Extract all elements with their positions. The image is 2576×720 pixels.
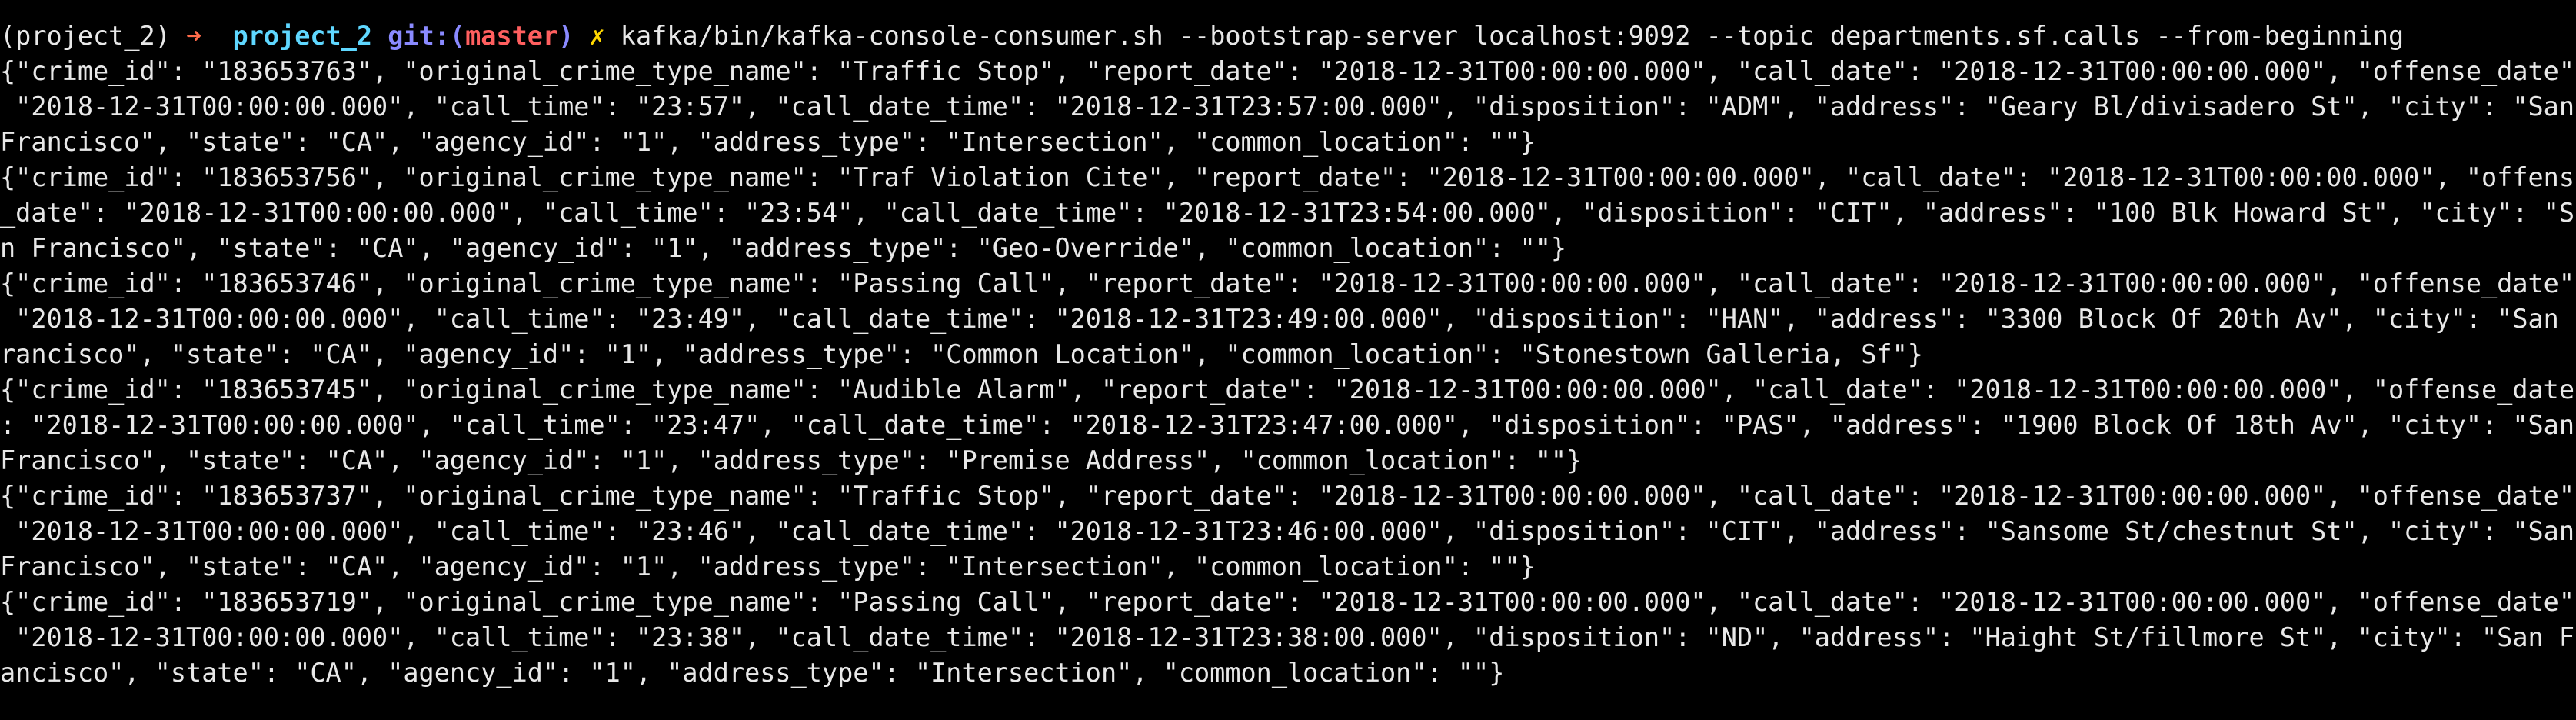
output-line: {"crime_id": "183653719", "original_crim… xyxy=(0,587,2576,617)
output-line: "2018-12-31T00:00:00.000", "call_time": … xyxy=(0,516,2575,546)
consumer-output: {"crime_id": "183653763", "original_crim… xyxy=(0,54,2576,691)
output-line: "2018-12-31T00:00:00.000", "call_time": … xyxy=(0,304,2576,334)
output-line: {"crime_id": "183653756", "original_crim… xyxy=(0,162,2576,192)
command-prompt-line: (project_2) ➜ project_2 git:(master) ✗ k… xyxy=(0,18,2576,54)
command-text: kafka/bin/kafka-console-consumer.sh --bo… xyxy=(620,21,2405,51)
git-branch: master xyxy=(465,21,559,51)
output-line: "2018-12-31T00:00:00.000", "call_time": … xyxy=(0,92,2575,122)
current-directory: project_2 xyxy=(232,21,373,51)
output-line: rancisco", "state": "CA", "agency_id": "… xyxy=(0,339,1923,369)
output-line: _date": "2018-12-31T00:00:00.000", "call… xyxy=(0,198,2576,228)
dirty-mark-icon: ✗ xyxy=(589,21,605,51)
prompt-arrow-icon: ➜ xyxy=(186,21,202,51)
git-label-close: ) xyxy=(558,21,574,51)
output-line: {"crime_id": "183653745", "original_crim… xyxy=(0,375,2576,405)
output-line: {"crime_id": "183653737", "original_crim… xyxy=(0,481,2576,511)
virtualenv-label: (project_2) xyxy=(0,21,171,51)
output-line: "2018-12-31T00:00:00.000", "call_time": … xyxy=(0,622,2576,652)
output-line: : "2018-12-31T00:00:00.000", "call_time"… xyxy=(0,410,2575,440)
git-label: git:( xyxy=(388,21,466,51)
output-line: Francisco", "state": "CA", "agency_id": … xyxy=(0,552,1536,582)
output-line: n Francisco", "state": "CA", "agency_id"… xyxy=(0,233,1567,263)
output-line: {"crime_id": "183653746", "original_crim… xyxy=(0,268,2576,298)
output-line: ancisco", "state": "CA", "agency_id": "1… xyxy=(0,658,1505,688)
output-line: Francisco", "state": "CA", "agency_id": … xyxy=(0,445,1583,475)
terminal-window[interactable]: (project_2) ➜ project_2 git:(master) ✗ k… xyxy=(0,0,2576,720)
output-line: {"crime_id": "183653763", "original_crim… xyxy=(0,56,2576,86)
output-line: Francisco", "state": "CA", "agency_id": … xyxy=(0,127,1536,157)
